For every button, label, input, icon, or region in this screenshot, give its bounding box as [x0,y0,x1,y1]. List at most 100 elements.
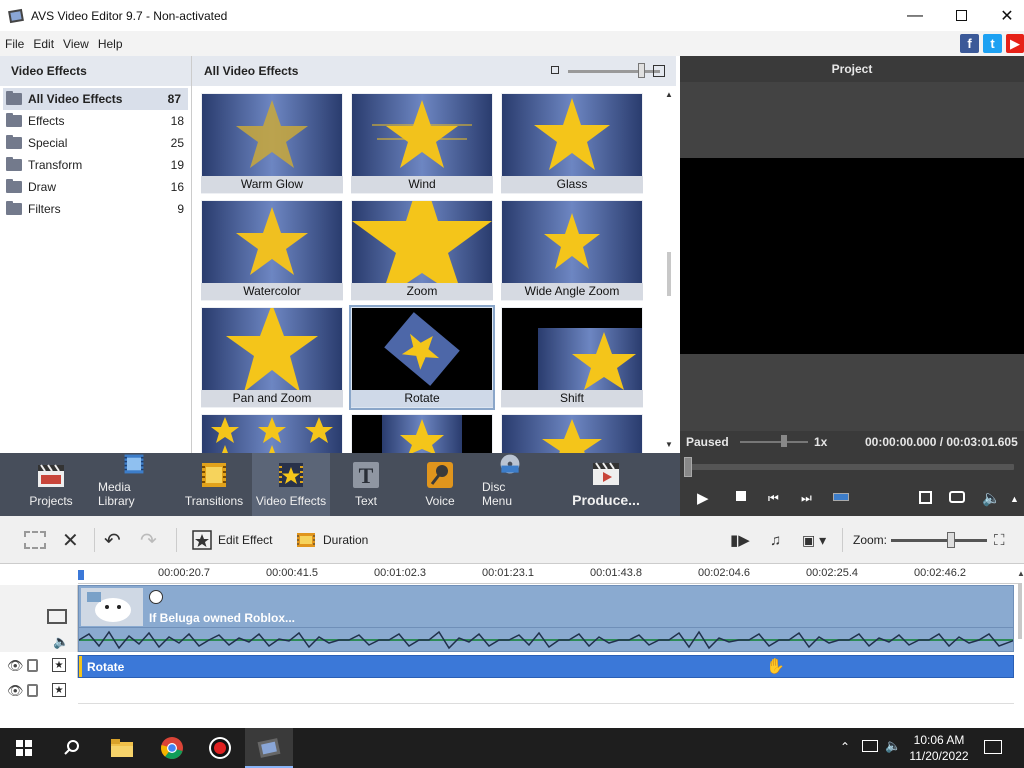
twitter-icon[interactable]: t [983,34,1002,53]
effect-tile-partial[interactable] [351,414,493,453]
menu-bar: File Edit View Help [0,31,1024,56]
start-button[interactable] [0,728,48,768]
speed-slider[interactable] [740,441,808,443]
seek-bar-handle[interactable] [684,457,692,477]
view-mode-button[interactable]: ▣ ▾ [802,516,826,564]
audio-waveform[interactable] [78,628,1014,652]
show-hidden-icons[interactable]: ⌃ [840,740,850,754]
youtube-icon[interactable]: ▶ [1006,34,1024,53]
facebook-icon[interactable]: f [960,34,979,53]
taskbar-avs-video-editor[interactable] [245,728,293,768]
category-all-video-effects[interactable]: All Video Effects 87 [3,88,188,110]
scroll-up-icon[interactable]: ▲ [665,90,673,99]
split-button[interactable]: ▮▶ [730,516,750,564]
maximize-button[interactable] [938,0,984,31]
stop-icon[interactable] [736,491,746,501]
toolbar-produce[interactable]: Produce... [570,453,642,516]
effect-tile-wind[interactable]: Wind [351,93,493,194]
edit-effect-button[interactable]: Edit Effect [192,516,272,564]
scrollbar-thumb[interactable] [667,252,671,296]
effect-tile-wide-angle-zoom[interactable]: Wide Angle Zoom [501,200,643,301]
snapshot-icon[interactable] [949,491,965,503]
delete-button[interactable]: ✕ [62,516,79,564]
category-filters[interactable]: Filters 9 [0,198,191,220]
scroll-down-icon[interactable]: ▼ [665,440,673,449]
effect-tile-warm-glow[interactable]: Warm Glow [201,93,343,194]
play-icon[interactable]: ▶ [697,489,709,507]
scrollbar-thumb[interactable] [1018,583,1022,639]
eye-icon[interactable]: 👁 [7,658,24,674]
effect-tile-glass[interactable]: Glass [501,93,643,194]
toolbar-disc-menu[interactable]: Disc Menu [482,453,538,516]
playhead-marker[interactable] [78,570,84,580]
effect-tile-shift[interactable]: Shift [501,307,643,408]
speed-slider-handle[interactable] [781,435,787,447]
menu-edit[interactable]: Edit [28,37,58,51]
taskbar-chrome[interactable] [148,728,196,768]
category-effects[interactable]: Effects 18 [0,110,191,132]
lock-icon[interactable] [27,684,38,697]
mute-audio-icon[interactable]: 🔈 [53,634,69,650]
effect-clip-rotate[interactable]: Rotate ✋ [78,655,1014,678]
redo-button[interactable]: ↷ [140,516,157,564]
zoom-slider-handle[interactable] [947,516,955,564]
network-icon[interactable] [862,740,878,752]
close-button[interactable]: ✕ [984,0,1024,31]
taskbar-recorder[interactable] [196,728,244,768]
effect-tile-partial[interactable] [501,414,643,453]
toolbar-voice[interactable]: Voice [418,453,462,516]
thumbnail-size-slider-handle[interactable] [638,63,645,78]
toolbar-media-library[interactable]: Media Library [98,453,170,516]
seek-bar[interactable] [688,464,1014,470]
toolbar-video-effects[interactable]: Video Effects [252,453,330,516]
toolbar-transitions[interactable]: Transitions [185,453,243,516]
split-mode-icon[interactable] [833,493,849,501]
eye-icon[interactable]: 👁 [7,683,24,699]
timeline-ruler[interactable]: 00:00:20.7 00:00:41.5 00:01:02.3 00:01:2… [78,564,1018,584]
video-clip[interactable]: If Beluga owned Roblox... [78,585,1014,628]
clip-transition-icon[interactable] [149,590,163,604]
volume-tray-icon[interactable]: 🔈 [885,738,901,754]
next-frame-icon[interactable]: ⏭ [801,491,812,506]
text-icon: T [353,462,379,488]
toolbar-projects[interactable]: Projects [22,453,80,516]
scroll-up-icon[interactable]: ▲ [1017,569,1024,578]
duration-button[interactable]: Duration [296,516,368,564]
effect-tile-rotate[interactable]: Rotate [349,305,495,410]
notifications-icon[interactable] [984,740,1002,754]
effect-tile-partial[interactable] [201,414,343,453]
storyboard-button[interactable] [24,516,46,564]
volume-icon[interactable]: 🔈 [982,489,1001,507]
category-special[interactable]: Special 25 [0,132,191,154]
small-thumbnails-icon[interactable] [551,66,559,74]
toolbar-text[interactable]: T Text [343,453,389,516]
menu-view[interactable]: View [58,37,93,51]
timeline-scrollbar[interactable]: ▲ [1016,569,1024,729]
fit-timeline-button[interactable]: ⛶ [994,516,1005,564]
fullscreen-icon[interactable] [919,491,932,504]
previous-frame-icon[interactable]: ⏮ [768,491,779,506]
zoom-slider[interactable] [891,516,987,564]
large-thumbnails-icon[interactable] [653,65,665,77]
search-button[interactable] [48,728,96,768]
effect-clip-edge[interactable] [79,656,82,677]
category-draw[interactable]: Draw 16 [0,176,191,198]
thumbnail-size-slider[interactable] [568,70,660,73]
taskbar-clock[interactable]: 10:06 AM 11/20/2022 [904,732,974,764]
audio-mixer-button[interactable]: ♫ [770,516,781,564]
lock-icon[interactable] [27,659,38,672]
minimize-button[interactable]: — [892,0,938,31]
effect-tile-zoom[interactable]: Zoom [351,200,493,301]
zoom-slider-track[interactable] [891,538,987,542]
effect-tile-watercolor[interactable]: Watercolor [201,200,343,301]
more-options-icon[interactable]: ▲ [1010,494,1019,504]
menu-file[interactable]: File [0,37,28,51]
warm-glow-thumbnail [202,94,342,176]
folder-icon [111,739,133,757]
category-transform[interactable]: Transform 19 [0,154,191,176]
gallery-scrollbar[interactable]: ▲ ▼ [662,86,676,453]
effect-tile-pan-and-zoom[interactable]: Pan and Zoom [201,307,343,408]
undo-button[interactable]: ↶ [104,516,121,564]
taskbar-file-explorer[interactable] [98,728,146,768]
menu-help[interactable]: Help [93,37,127,51]
